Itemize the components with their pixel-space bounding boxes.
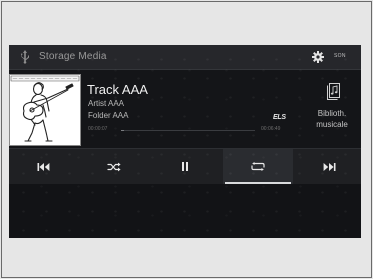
- music-library-button[interactable]: Biblioth. musicale: [305, 82, 361, 142]
- artist-name: Artist AAA: [88, 99, 125, 108]
- settings-button[interactable]: [306, 45, 330, 69]
- skip-forward-icon: [323, 162, 336, 171]
- playback-controls: [9, 148, 361, 185]
- repeat-icon: [251, 162, 265, 171]
- music-library-icon: [327, 83, 340, 100]
- skip-forward-button[interactable]: [294, 149, 361, 184]
- folder-name: Folder AAA: [88, 111, 129, 120]
- library-label-line2: musicale: [316, 120, 348, 129]
- sound-button[interactable]: SON: [334, 53, 346, 59]
- repeat-button[interactable]: [223, 149, 293, 184]
- track-title: Track AAA: [87, 82, 148, 97]
- pause-button[interactable]: [150, 149, 220, 184]
- progress-fill: [121, 130, 124, 131]
- top-bar: Storage Media SON: [9, 45, 361, 70]
- shuffle-icon: [107, 162, 121, 171]
- skip-back-button[interactable]: [9, 149, 79, 184]
- skip-back-icon: [37, 162, 50, 171]
- gear-icon: [312, 51, 324, 63]
- guitarist-illustration: [10, 75, 80, 145]
- els-audio-badge: ELS: [273, 114, 286, 121]
- usb-icon: [21, 50, 29, 64]
- source-label: Storage Media: [39, 51, 107, 62]
- pause-icon: [182, 162, 188, 171]
- elapsed-time: 00:00:07: [88, 126, 108, 132]
- music-library-label: Biblioth. musicale: [305, 108, 359, 130]
- progress-bar[interactable]: [121, 130, 255, 131]
- library-label-line1: Biblioth.: [317, 109, 347, 118]
- audio-screen: Storage Media SON Track AAA Artist AAA F…: [9, 45, 361, 238]
- total-time: 00:06:49: [261, 126, 281, 132]
- empty-lower-area: [9, 184, 361, 238]
- album-art: [9, 74, 81, 146]
- shuffle-button[interactable]: [79, 149, 149, 184]
